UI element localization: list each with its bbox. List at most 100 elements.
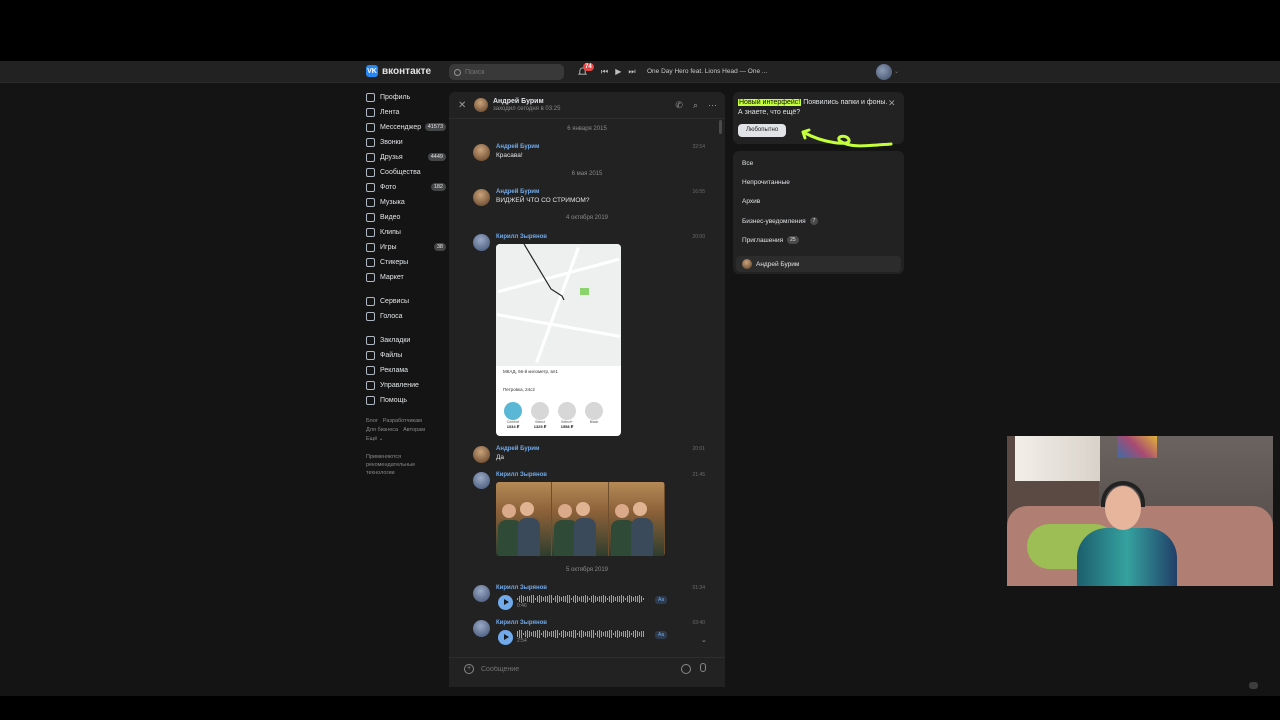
chevron-down-icon[interactable]: ⌄	[701, 636, 707, 644]
waveform-bar	[635, 630, 636, 638]
footer-link-business[interactable]: Для бизнеса	[366, 427, 398, 433]
vk-logo[interactable]: VK вконтакте	[366, 65, 431, 77]
message-author[interactable]: Андрей Бурим	[496, 189, 539, 195]
waveform-bar	[609, 595, 610, 603]
emoji-icon[interactable]	[681, 664, 691, 674]
search-input[interactable]	[465, 68, 555, 76]
sidebar-item-photos[interactable]: Фото 182	[366, 180, 446, 195]
waveform-bar	[519, 595, 520, 603]
waveform-bar	[519, 630, 520, 638]
sidebar-item-votes[interactable]: Голоса	[366, 309, 446, 324]
phone-icon[interactable]: ✆	[675, 100, 683, 111]
search-icon[interactable]: ⌕	[693, 100, 698, 111]
voice-play-button[interactable]	[498, 595, 513, 610]
voice-waveform[interactable]	[517, 595, 647, 603]
waveform-bar	[525, 596, 526, 602]
sidebar-item-messenger[interactable]: Мессенджер 41573	[366, 120, 446, 135]
transcribe-button[interactable]: Аа	[655, 631, 668, 639]
map-screenshot-attachment[interactable]: МКАД, 66-й километр, вл1 Петровка, 24с2 …	[496, 244, 621, 436]
more-icon[interactable]: ⋯	[708, 100, 717, 111]
sidebar-item-ads[interactable]: Реклама	[366, 363, 446, 378]
footer-note[interactable]: Применяются рекомендательные технологии	[366, 453, 426, 477]
waveform-bar	[533, 595, 534, 603]
video-icon	[366, 213, 375, 222]
voice-waveform[interactable]	[517, 630, 647, 638]
promo-text: Новый интерфейс! Появились папки и фоны.…	[738, 98, 888, 118]
waveform-bar	[549, 631, 550, 637]
map-image	[496, 244, 621, 366]
folder-unread[interactable]: Непрочитанные	[742, 179, 790, 186]
footer-link-developers[interactable]: Разработчикам	[383, 418, 422, 424]
chat-contact-name[interactable]: Андрей Бурим	[493, 98, 544, 105]
avatar[interactable]	[474, 98, 488, 112]
sidebar-item-bookmarks[interactable]: Закладки	[366, 333, 446, 348]
folder-label: Непрочитанные	[742, 179, 790, 186]
avatar[interactable]	[473, 446, 490, 463]
transcribe-button[interactable]: Аа	[655, 596, 668, 604]
sidebar-item-files[interactable]: Файлы	[366, 348, 446, 363]
sidebar-item-help[interactable]: Помощь	[366, 393, 446, 408]
previous-track-icon[interactable]: ⏮	[601, 67, 608, 76]
waveform-bar	[531, 595, 532, 603]
avatar[interactable]	[473, 585, 490, 602]
play-icon[interactable]: ▶	[615, 67, 621, 76]
active-chat-row[interactable]: Андрей Бурим	[742, 259, 799, 269]
chevron-down-icon[interactable]: ⌄	[894, 68, 899, 75]
message-author[interactable]: Кирилл Зырянов	[496, 472, 547, 478]
close-icon[interactable]: ✕	[458, 100, 466, 111]
message-input[interactable]	[481, 663, 671, 675]
sidebar-item-feed[interactable]: Лента	[366, 105, 446, 120]
message-author[interactable]: Кирилл Зырянов	[496, 234, 547, 240]
waveform-bar	[585, 631, 586, 637]
waveform-bar	[537, 630, 538, 638]
user-avatar[interactable]	[876, 64, 892, 80]
next-track-icon[interactable]: ⏭	[628, 67, 635, 76]
footer-link-blog[interactable]: Блог	[366, 418, 378, 424]
footer-link-authors[interactable]: Авторам	[403, 427, 425, 433]
curious-button[interactable]: Любопытно	[738, 124, 787, 137]
sidebar-item-market[interactable]: Маркет	[366, 270, 446, 285]
folder-all[interactable]: Все	[742, 160, 753, 167]
gamepad-icon	[366, 243, 375, 252]
avatar[interactable]	[473, 189, 490, 206]
sidebar-item-video[interactable]: Видео	[366, 210, 446, 225]
market-icon	[366, 273, 375, 282]
sidebar-item-friends[interactable]: Друзья 4449	[366, 150, 446, 165]
waveform-bar	[581, 596, 582, 602]
avatar[interactable]	[473, 144, 490, 161]
sidebar-item-stickers[interactable]: Стикеры	[366, 255, 446, 270]
sidebar-item-games[interactable]: Игры 38	[366, 240, 446, 255]
current-track[interactable]: One Day Hero feat. Lions Head — One ...	[647, 68, 767, 75]
footer-link-more[interactable]: Ещё ⌄	[366, 436, 383, 442]
chat-bubble-icon[interactable]	[1249, 682, 1258, 689]
waveform-bar	[557, 595, 558, 603]
search-box[interactable]	[449, 64, 564, 80]
sidebar-item-communities[interactable]: Сообщества	[366, 165, 446, 180]
sidebar-item-services[interactable]: Сервисы	[366, 294, 446, 309]
message-author[interactable]: Андрей Бурим	[496, 144, 539, 150]
sidebar-item-manage[interactable]: Управление	[366, 378, 446, 393]
message-author[interactable]: Кирилл Зырянов	[496, 620, 547, 626]
folder-business[interactable]: Бизнес-уведомления 7	[742, 217, 819, 225]
waveform-bar	[579, 630, 580, 638]
sidebar-item-profile[interactable]: Профиль	[366, 90, 446, 105]
voice-play-button[interactable]	[498, 630, 513, 645]
sidebar-item-label: Голоса	[380, 313, 403, 320]
message-author[interactable]: Кирилл Зырянов	[496, 585, 547, 591]
sidebar-item-music[interactable]: Музыка	[366, 195, 446, 210]
folder-invitations[interactable]: Приглашения 25	[742, 236, 799, 244]
sidebar-item-calls[interactable]: Звонки	[366, 135, 446, 150]
waveform-bar	[611, 630, 612, 638]
avatar[interactable]	[473, 234, 490, 251]
avatar[interactable]	[473, 472, 490, 489]
folder-archive[interactable]: Архив	[742, 198, 760, 205]
sidebar-item-label: Файлы	[380, 352, 403, 359]
sidebar-item-clips[interactable]: Клипы	[366, 225, 446, 240]
avatar[interactable]	[473, 620, 490, 637]
message-author[interactable]: Андрей Бурим	[496, 446, 539, 452]
attach-icon[interactable]: +	[464, 664, 474, 674]
photo-attachment[interactable]	[496, 482, 665, 556]
waveform-bar	[591, 630, 592, 638]
close-icon[interactable]: ✕	[888, 98, 896, 109]
microphone-icon[interactable]	[700, 663, 706, 672]
